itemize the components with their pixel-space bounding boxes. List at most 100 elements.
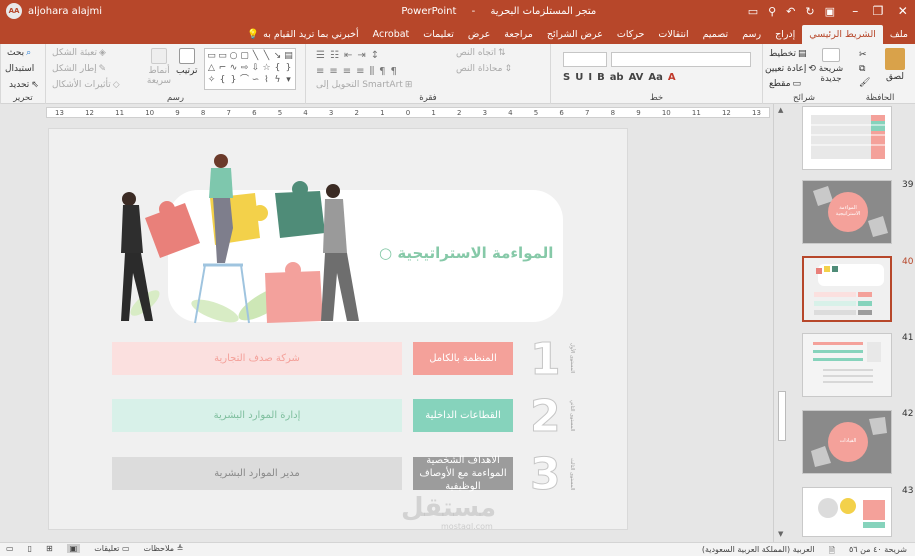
shape-star2-icon[interactable]: ✧ <box>206 74 217 86</box>
shape-more-icon[interactable]: ▾ <box>283 74 294 86</box>
tab-design[interactable]: تصميم <box>696 25 736 44</box>
font-size-combo[interactable] <box>563 52 607 67</box>
scroll-down-icon[interactable]: ▼ <box>778 530 783 538</box>
shape-brace3-icon[interactable]: { <box>217 74 228 86</box>
thumbnail-slide-38[interactable] <box>802 106 892 170</box>
tab-draw[interactable]: رسم <box>735 25 768 44</box>
shape-rounded-icon[interactable]: ▢ <box>239 50 250 62</box>
quick-styles-button[interactable]: أنماط سريعة <box>144 48 174 86</box>
tab-acrobat[interactable]: Acrobat <box>366 25 417 44</box>
outdent-icon[interactable]: ⇥ <box>357 50 365 61</box>
shape-scribble-icon[interactable]: ϟ <box>272 74 283 86</box>
thumbnail-slide-40[interactable] <box>802 256 892 322</box>
customize-icon[interactable]: ⚲ <box>768 5 776 18</box>
rtl-icon[interactable]: ¶ <box>379 66 385 77</box>
change-case-button[interactable]: Aa <box>648 72 663 83</box>
tell-me-box[interactable]: 💡 أخبرني بما تريد القيام به <box>240 25 365 44</box>
present-icon[interactable]: ▭ <box>748 5 758 18</box>
tab-file[interactable]: ملف <box>883 25 915 44</box>
shape-line2-icon[interactable]: ╲ <box>261 50 272 62</box>
shape-triangle-icon[interactable]: △ <box>206 62 217 74</box>
slide-title[interactable]: المواءمة الاستراتيجية ○ <box>379 244 553 262</box>
shape-brace2-icon[interactable]: } <box>283 62 294 74</box>
tab-animations[interactable]: حركات <box>610 25 651 44</box>
align-right-icon[interactable]: ≡ <box>316 66 324 77</box>
slideshow-view-icon[interactable]: ▭ <box>6 544 14 553</box>
shape-oval-icon[interactable]: ○ <box>228 50 239 62</box>
paste-button[interactable]: لصق <box>885 48 905 82</box>
copy-button[interactable]: ⧉ <box>859 64 865 74</box>
underline-button[interactable]: U <box>575 72 583 83</box>
row-2-label[interactable]: القطاعات الداخلية <box>413 399 513 432</box>
align-left-icon[interactable]: ≡ <box>343 66 351 77</box>
tab-insert[interactable]: إدراج <box>768 25 802 44</box>
row-1-field[interactable]: شركة صدف التجارية <box>112 342 402 375</box>
font-color-button[interactable]: A <box>668 72 676 83</box>
strike-ab-button[interactable]: ab <box>610 72 624 83</box>
shape-wave-icon[interactable]: ∽ <box>250 74 261 86</box>
text-direction-button[interactable]: اتجاه النص ⇅ <box>456 48 506 58</box>
avatar[interactable]: AA <box>6 3 22 19</box>
comments-button[interactable]: تعليقات ▭ <box>94 544 129 553</box>
justify-icon[interactable]: ≡ <box>356 66 364 77</box>
row-2-field[interactable]: إدارة الموارد البشرية <box>112 399 402 432</box>
tab-review[interactable]: مراجعة <box>497 25 540 44</box>
thumbnail-slide-42[interactable]: القيادات <box>802 410 892 474</box>
shape-star-icon[interactable]: ☆ <box>261 62 272 74</box>
new-slide-button[interactable]: شريحة جديدة <box>817 48 845 84</box>
account[interactable]: AA aljohara alajmi <box>0 3 260 19</box>
minimize-icon[interactable]: – <box>852 4 858 18</box>
bullets-icon[interactable]: ☰ <box>316 50 325 61</box>
row-3-label[interactable]: الاهداف الشخصية المواءمة مع الأوصاف الوظ… <box>413 455 513 492</box>
font-name-combo[interactable] <box>611 52 751 67</box>
shape-curve-icon[interactable]: ∿ <box>228 62 239 74</box>
redo-icon[interactable]: ↻ <box>805 5 814 18</box>
italic-button[interactable]: I <box>588 72 592 83</box>
shape-right-arrow-icon[interactable]: ⇨ <box>239 62 250 74</box>
align-text-button[interactable]: محاذاة النص ⇕ <box>456 64 512 74</box>
shape-line-icon[interactable]: ╲ <box>250 50 261 62</box>
strikethrough-button[interactable]: S <box>563 72 570 83</box>
tab-view[interactable]: عرض <box>461 25 497 44</box>
save-icon[interactable]: ▣ <box>825 5 835 18</box>
shapes-gallery[interactable]: ▭ ▭ ○ ▢ ╲ ╲ ↘ ▤ △ ⌐ ∿ ⇨ ⇩ ☆{} ✧{} ⌒ ∽ ⌇ ϟ ▾ <box>204 48 296 90</box>
tab-home[interactable]: الشريط الرئيسي <box>802 25 883 44</box>
thumbnail-slide-43[interactable] <box>802 487 892 537</box>
section-button[interactable]: مقطع ▭ <box>769 79 801 89</box>
find-button[interactable]: بحث ⌕ <box>7 48 31 58</box>
spellcheck-icon[interactable]: 🗎 <box>829 545 835 556</box>
shape-rect-icon[interactable]: ▭ <box>206 50 217 62</box>
user-name[interactable]: aljohara alajmi <box>28 6 102 17</box>
shape-elbow-icon[interactable]: ⌐ <box>217 62 228 74</box>
reset-button[interactable]: إعادة تعيين ⟲ <box>765 64 816 74</box>
replace-button[interactable]: استبدال <box>5 64 34 74</box>
row-3-field[interactable]: مدير الموارد البشرية <box>112 457 402 490</box>
format-painter-button[interactable]: 🖌 <box>859 78 870 88</box>
tab-slideshow[interactable]: عرض الشرائح <box>540 25 610 44</box>
thumbnails-scrollbar[interactable]: ▲ ▼ <box>776 106 788 540</box>
columns-icon[interactable]: ⫼ <box>370 66 375 77</box>
restore-icon[interactable]: ❐ <box>873 4 884 18</box>
arrange-button[interactable]: ترتيب <box>176 48 198 76</box>
smartart-button[interactable]: التحويل إلى SmartArt ⊞ <box>316 80 412 90</box>
thumbnail-slide-39[interactable]: المواءمة الاستراتيجية <box>802 180 892 244</box>
scrollbar-thumb[interactable] <box>778 391 786 441</box>
ltr-icon[interactable]: ¶ <box>391 66 397 77</box>
scroll-up-icon[interactable]: ▲ <box>778 106 783 114</box>
thumbnail-slide-41[interactable] <box>802 333 892 397</box>
numbering-icon[interactable]: ☷ <box>330 50 339 61</box>
cut-button[interactable]: ✂ <box>859 50 867 60</box>
bold-button[interactable]: B <box>597 72 605 83</box>
slide-canvas[interactable]: المواءمة الاستراتيجية ○ شركة صدف التجاري… <box>48 128 628 530</box>
align-center-icon[interactable]: ≡ <box>329 66 337 77</box>
reading-view-icon[interactable]: ▯ <box>28 544 32 553</box>
notes-button[interactable]: ملاحظات ≜ <box>144 544 184 553</box>
shape-effects-button[interactable]: تأثيرات الأشكال ◇ <box>52 80 120 90</box>
shape-down-arrow-icon[interactable]: ⇩ <box>250 62 261 74</box>
shape-rect2-icon[interactable]: ▭ <box>217 50 228 62</box>
sorter-view-icon[interactable]: ⊞ <box>46 544 53 553</box>
normal-view-icon[interactable]: ▣ <box>66 544 81 553</box>
row-1-label[interactable]: المنظمة بالكامل <box>413 342 513 375</box>
close-icon[interactable]: ✕ <box>898 4 908 18</box>
shape-brace-icon[interactable]: { <box>272 62 283 74</box>
